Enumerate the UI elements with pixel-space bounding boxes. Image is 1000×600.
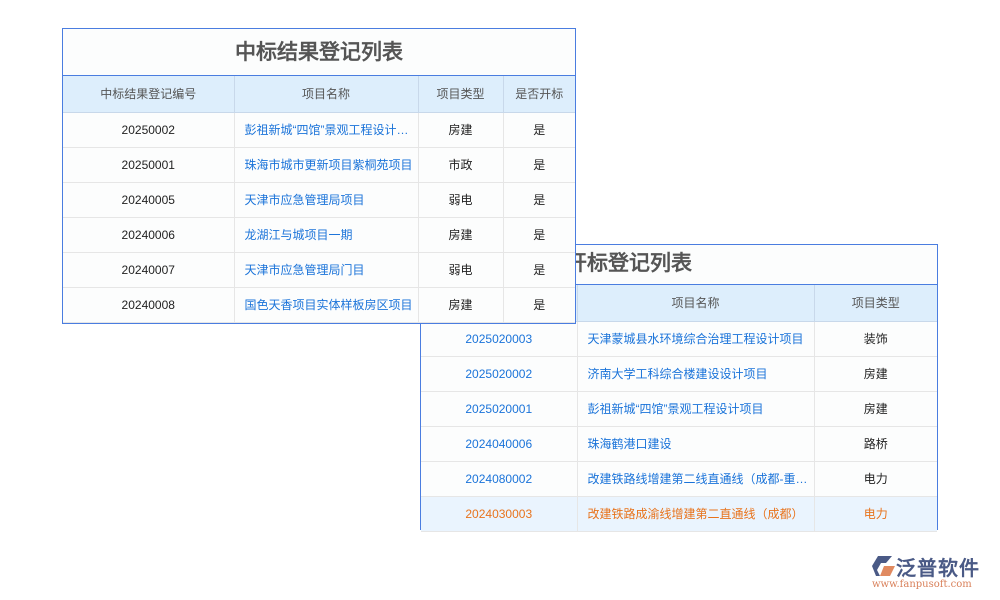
table-row[interactable]: 20240007天津市应急管理局门目弱电是 (63, 252, 575, 287)
column-header-project-type[interactable]: 项目类型 (814, 285, 937, 321)
table-row[interactable]: 2025020001彭祖新城“四馆”景观工程设计项目房建 (421, 391, 937, 426)
project-name-link[interactable]: 彭祖新城“四馆”景观工程设计项目 (577, 391, 814, 426)
project-type-cell: 路桥 (814, 426, 937, 461)
logo-url-text: www.fanpusoft.com (872, 579, 972, 590)
column-header-project-name[interactable]: 项目名称 (577, 285, 814, 321)
bid-opened-cell: 是 (503, 182, 575, 217)
project-type-cell: 弱电 (418, 182, 503, 217)
project-name-link[interactable]: 济南大学工科综合楼建设设计项目 (577, 356, 814, 391)
project-name-link[interactable]: 改建铁路成渝线增建第二直通线（成都） (577, 496, 814, 531)
column-header-award-code[interactable]: 中标结果登记编号 (63, 76, 234, 112)
project-type-cell: 电力 (814, 461, 937, 496)
project-name-link[interactable]: 彭祖新城“四馆”景观工程设计项目 (234, 112, 418, 147)
bid-code-cell: 2024030003 (421, 496, 577, 531)
bid-code-cell: 2024040006 (421, 426, 577, 461)
table-row[interactable]: 2024040006珠海鹤港口建设路桥 (421, 426, 937, 461)
project-type-cell: 装饰 (814, 321, 937, 356)
project-type-cell: 房建 (814, 391, 937, 426)
project-type-cell: 弱电 (418, 252, 503, 287)
award-code-cell: 20240008 (63, 287, 234, 322)
bid-opened-cell: 是 (503, 217, 575, 252)
table-row[interactable]: 20250002彭祖新城“四馆”景观工程设计项目房建是 (63, 112, 575, 147)
project-type-cell: 房建 (418, 112, 503, 147)
project-name-link[interactable]: 国色天香项目实体样板房区项目 (234, 287, 418, 322)
table-row[interactable]: 2024080002改建铁路线增建第二线直通线（成都-重庆）电力 (421, 461, 937, 496)
project-type-cell: 市政 (418, 147, 503, 182)
table-row[interactable]: 2024030003改建铁路成渝线增建第二直通线（成都）电力 (421, 496, 937, 531)
project-name-link[interactable]: 天津市应急管理局项目 (234, 182, 418, 217)
table-row[interactable]: 20240005天津市应急管理局项目弱电是 (63, 182, 575, 217)
bid-opened-cell: 是 (503, 252, 575, 287)
award-code-cell: 20250001 (63, 147, 234, 182)
project-type-cell: 电力 (814, 496, 937, 531)
project-name-link[interactable]: 改建铁路线增建第二线直通线（成都-重庆） (577, 461, 814, 496)
column-header-project-name[interactable]: 项目名称 (234, 76, 418, 112)
bid-code-cell: 2024080002 (421, 461, 577, 496)
logo-mark-icon (872, 555, 896, 577)
award-code-cell: 20240007 (63, 252, 234, 287)
award-result-table-panel: 中标结果登记列表 中标结果登记编号 项目名称 项目类型 是否开标 2025000… (62, 28, 576, 324)
project-type-cell: 房建 (814, 356, 937, 391)
table-row[interactable]: 20250001珠海市城市更新项目紫桐苑项目市政是 (63, 147, 575, 182)
bid-code-cell: 2025020003 (421, 321, 577, 356)
project-name-link[interactable]: 天津市应急管理局门目 (234, 252, 418, 287)
column-header-bid-opened[interactable]: 是否开标 (503, 76, 575, 112)
award-table: 中标结果登记编号 项目名称 项目类型 是否开标 20250002彭祖新城“四馆”… (63, 76, 575, 323)
table-row[interactable]: 2025020002济南大学工科综合楼建设设计项目房建 (421, 356, 937, 391)
project-name-link[interactable]: 珠海市城市更新项目紫桐苑项目 (234, 147, 418, 182)
table-row[interactable]: 2025020003天津蒙城县水环境综合治理工程设计项目装饰 (421, 321, 937, 356)
bid-opened-cell: 是 (503, 147, 575, 182)
award-table-title: 中标结果登记列表 (63, 29, 575, 76)
award-code-cell: 20240005 (63, 182, 234, 217)
bid-opened-cell: 是 (503, 112, 575, 147)
column-header-project-type[interactable]: 项目类型 (418, 76, 503, 112)
table-row[interactable]: 20240008国色天香项目实体样板房区项目房建是 (63, 287, 575, 322)
project-type-cell: 房建 (418, 217, 503, 252)
bid-opened-cell: 是 (503, 287, 575, 322)
award-code-cell: 20240006 (63, 217, 234, 252)
award-code-cell: 20250002 (63, 112, 234, 147)
project-name-link[interactable]: 天津蒙城县水环境综合治理工程设计项目 (577, 321, 814, 356)
project-type-cell: 房建 (418, 287, 503, 322)
fanpusoft-logo: 泛普软件 www.fanpusoft.com (870, 552, 995, 594)
project-name-link[interactable]: 珠海鹤港口建设 (577, 426, 814, 461)
project-name-link[interactable]: 龙湖江与城项目一期 (234, 217, 418, 252)
table-row[interactable]: 20240006龙湖江与城项目一期房建是 (63, 217, 575, 252)
bid-code-cell: 2025020001 (421, 391, 577, 426)
bid-code-cell: 2025020002 (421, 356, 577, 391)
logo-brand-text: 泛普软件 (896, 552, 980, 581)
